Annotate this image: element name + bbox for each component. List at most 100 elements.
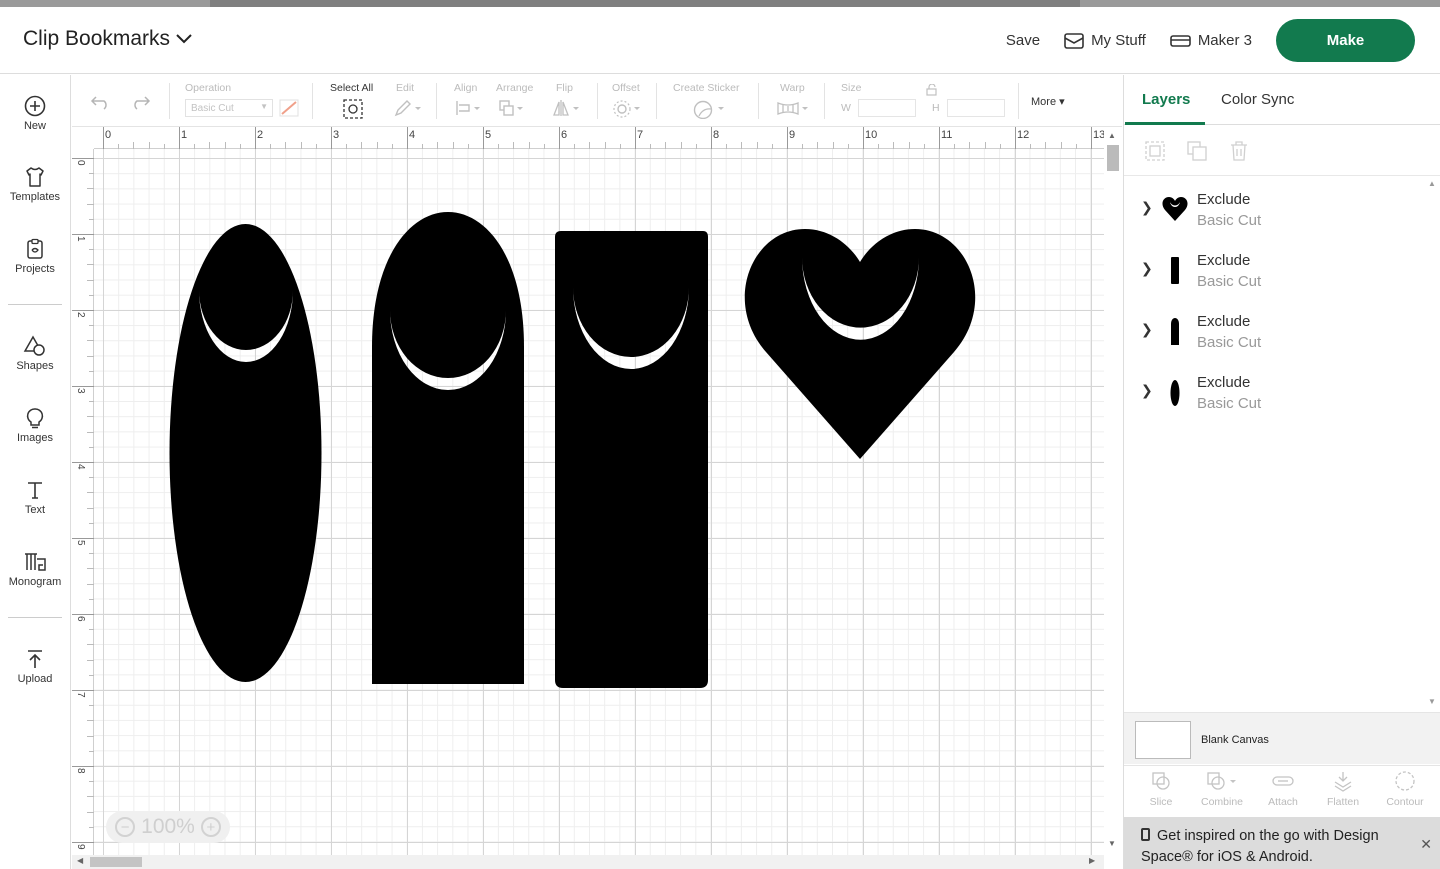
layers-list: ❯ Exclude Basic Cut ❯ Exclude Basic Cut … (1124, 177, 1424, 711)
undo-icon[interactable] (90, 94, 112, 110)
vertical-scroll-thumb[interactable] (1107, 145, 1119, 171)
combine-button[interactable]: Combine (1192, 770, 1252, 808)
machine-select-button[interactable]: Maker 3 (1170, 32, 1252, 49)
zoom-out-button[interactable]: − (115, 817, 136, 837)
width-input[interactable] (858, 99, 916, 117)
layer-row[interactable]: ❯ Exclude Basic Cut (1124, 238, 1424, 299)
layer-row[interactable]: ❯ Exclude Basic Cut (1124, 177, 1424, 238)
group-icon[interactable] (1144, 140, 1166, 162)
pen-color-swatch-icon[interactable] (279, 99, 299, 117)
canvas-color-swatch[interactable] (1135, 721, 1191, 759)
sidebar-item-upload[interactable]: Upload (0, 648, 70, 685)
make-button[interactable]: Make (1276, 19, 1415, 62)
rounded-top-thumbnail-icon (1171, 318, 1179, 345)
save-button[interactable]: Save (1006, 32, 1040, 49)
zoom-in-button[interactable]: + (200, 817, 221, 837)
expand-chevron-icon[interactable]: ❯ (1141, 382, 1153, 399)
zoom-level: 100% (141, 815, 195, 838)
edit-label: Edit (396, 82, 415, 94)
sidebar-item-shapes[interactable]: Shapes (0, 335, 70, 372)
tab-color-sync[interactable]: Color Sync (1221, 91, 1294, 108)
shirt-icon (26, 167, 44, 187)
rounded-top-bookmark-shape[interactable] (372, 212, 524, 684)
contour-icon (1395, 771, 1415, 791)
layer-row[interactable]: ❯ Exclude Basic Cut (1124, 360, 1424, 421)
app-header: Clip Bookmarks Save My Stuff Maker 3 Mak… (0, 7, 1440, 74)
my-stuff-button[interactable]: My Stuff (1064, 32, 1146, 49)
sidebar-item-images[interactable]: Images (0, 407, 70, 444)
right-panel: Layers Color Sync ❯ Exclude Basic Cut ❯ … (1123, 75, 1440, 869)
sidebar-item-text[interactable]: Text (0, 479, 70, 516)
phone-icon (1141, 828, 1150, 841)
offset-label: Offset (612, 82, 640, 94)
tab-layers[interactable]: Layers (1142, 91, 1190, 108)
edit-pencil-icon[interactable] (394, 99, 422, 117)
flip-label: Flip (556, 82, 573, 94)
chevron-down-icon (176, 34, 192, 44)
create-sticker-label: Create Sticker (673, 82, 740, 94)
layer-actions: Slice Combine Attach Flatten Contour (1124, 765, 1440, 817)
machine-icon (1170, 34, 1191, 47)
project-title-dropdown[interactable]: Clip Bookmarks (23, 27, 192, 51)
slice-button[interactable]: Slice (1131, 770, 1191, 808)
lightbulb-icon (26, 408, 44, 429)
layer-tools (1124, 126, 1440, 176)
height-label: H (932, 102, 940, 114)
sidebar-item-templates[interactable]: Templates (0, 166, 70, 203)
layer-row[interactable]: ❯ Exclude Basic Cut (1124, 299, 1424, 360)
more-button[interactable]: More ▾ (1031, 95, 1065, 108)
project-title: Clip Bookmarks (23, 27, 171, 50)
lock-icon[interactable] (926, 84, 938, 96)
horizontal-scroll-thumb[interactable] (90, 857, 142, 867)
align-icon[interactable] (455, 99, 483, 117)
offset-icon[interactable] (612, 99, 644, 119)
browser-top-strip (0, 0, 1440, 7)
expand-chevron-icon[interactable]: ❯ (1141, 199, 1153, 216)
redo-icon[interactable] (129, 94, 151, 110)
duplicate-icon[interactable] (1186, 140, 1208, 162)
flatten-button[interactable]: Flatten (1313, 770, 1373, 808)
sidebar-item-projects[interactable]: Projects (0, 238, 70, 275)
expand-chevron-icon[interactable]: ❯ (1141, 260, 1153, 277)
combine-icon (1207, 772, 1236, 790)
size-label: Size (841, 82, 862, 94)
horizontal-scrollbar[interactable]: ◀ ▶ (72, 855, 1104, 869)
attach-button[interactable]: Attach (1253, 770, 1313, 808)
arrange-icon[interactable] (498, 99, 526, 117)
upload-icon (28, 650, 42, 668)
oval-bookmark-shape[interactable] (169, 224, 322, 682)
design-canvas[interactable]: 0 1 2 3 4 5 6 7 8 9 10 11 12 13 0123456789 ▲ ▼ ◀ ▶ − … (72, 127, 1122, 869)
rectangle-thumbnail-icon (1171, 257, 1179, 284)
select-all-label: Select All (330, 82, 374, 94)
operation-select[interactable]: Basic Cut ▼ (185, 99, 273, 117)
expand-chevron-icon[interactable]: ❯ (1141, 321, 1153, 338)
monogram-icon (25, 553, 46, 571)
sidebar-item-monogram[interactable]: Monogram (0, 551, 70, 588)
rectangle-bookmark-shape[interactable] (555, 231, 708, 688)
heart-thumbnail-icon (1162, 197, 1188, 221)
panel-tabs: Layers Color Sync (1124, 75, 1440, 125)
warp-icon[interactable] (776, 99, 812, 117)
close-icon[interactable]: ✕ (1420, 836, 1432, 853)
align-label: Align (454, 82, 478, 94)
flip-icon[interactable] (552, 99, 582, 117)
heart-bookmark-shape[interactable] (744, 229, 976, 459)
flatten-icon (1334, 772, 1352, 792)
height-input[interactable] (947, 99, 1005, 117)
select-all-icon[interactable] (343, 99, 363, 119)
blank-canvas-row[interactable]: Blank Canvas (1124, 712, 1440, 764)
active-tab-indicator (1125, 122, 1205, 125)
slice-icon (1152, 772, 1170, 790)
clipboard-icon (27, 238, 43, 259)
operation-label: Operation (185, 82, 232, 94)
banner-text: Get inspired on the go with Design Space… (1141, 828, 1379, 865)
left-sidebar: New Templates Projects Shapes Images Tex… (0, 75, 71, 869)
arrange-label: Arrange (496, 82, 534, 94)
sidebar-item-new[interactable]: New (0, 95, 70, 132)
layers-scrollbar[interactable]: ▲ ▼ (1424, 177, 1440, 711)
sticker-icon[interactable] (692, 99, 728, 119)
mobile-app-banner: Get inspired on the go with Design Space… (1124, 817, 1440, 869)
contour-button[interactable]: Contour (1375, 770, 1435, 808)
delete-icon[interactable] (1228, 140, 1250, 162)
vertical-scrollbar[interactable]: ▲ ▼ (1104, 127, 1122, 857)
